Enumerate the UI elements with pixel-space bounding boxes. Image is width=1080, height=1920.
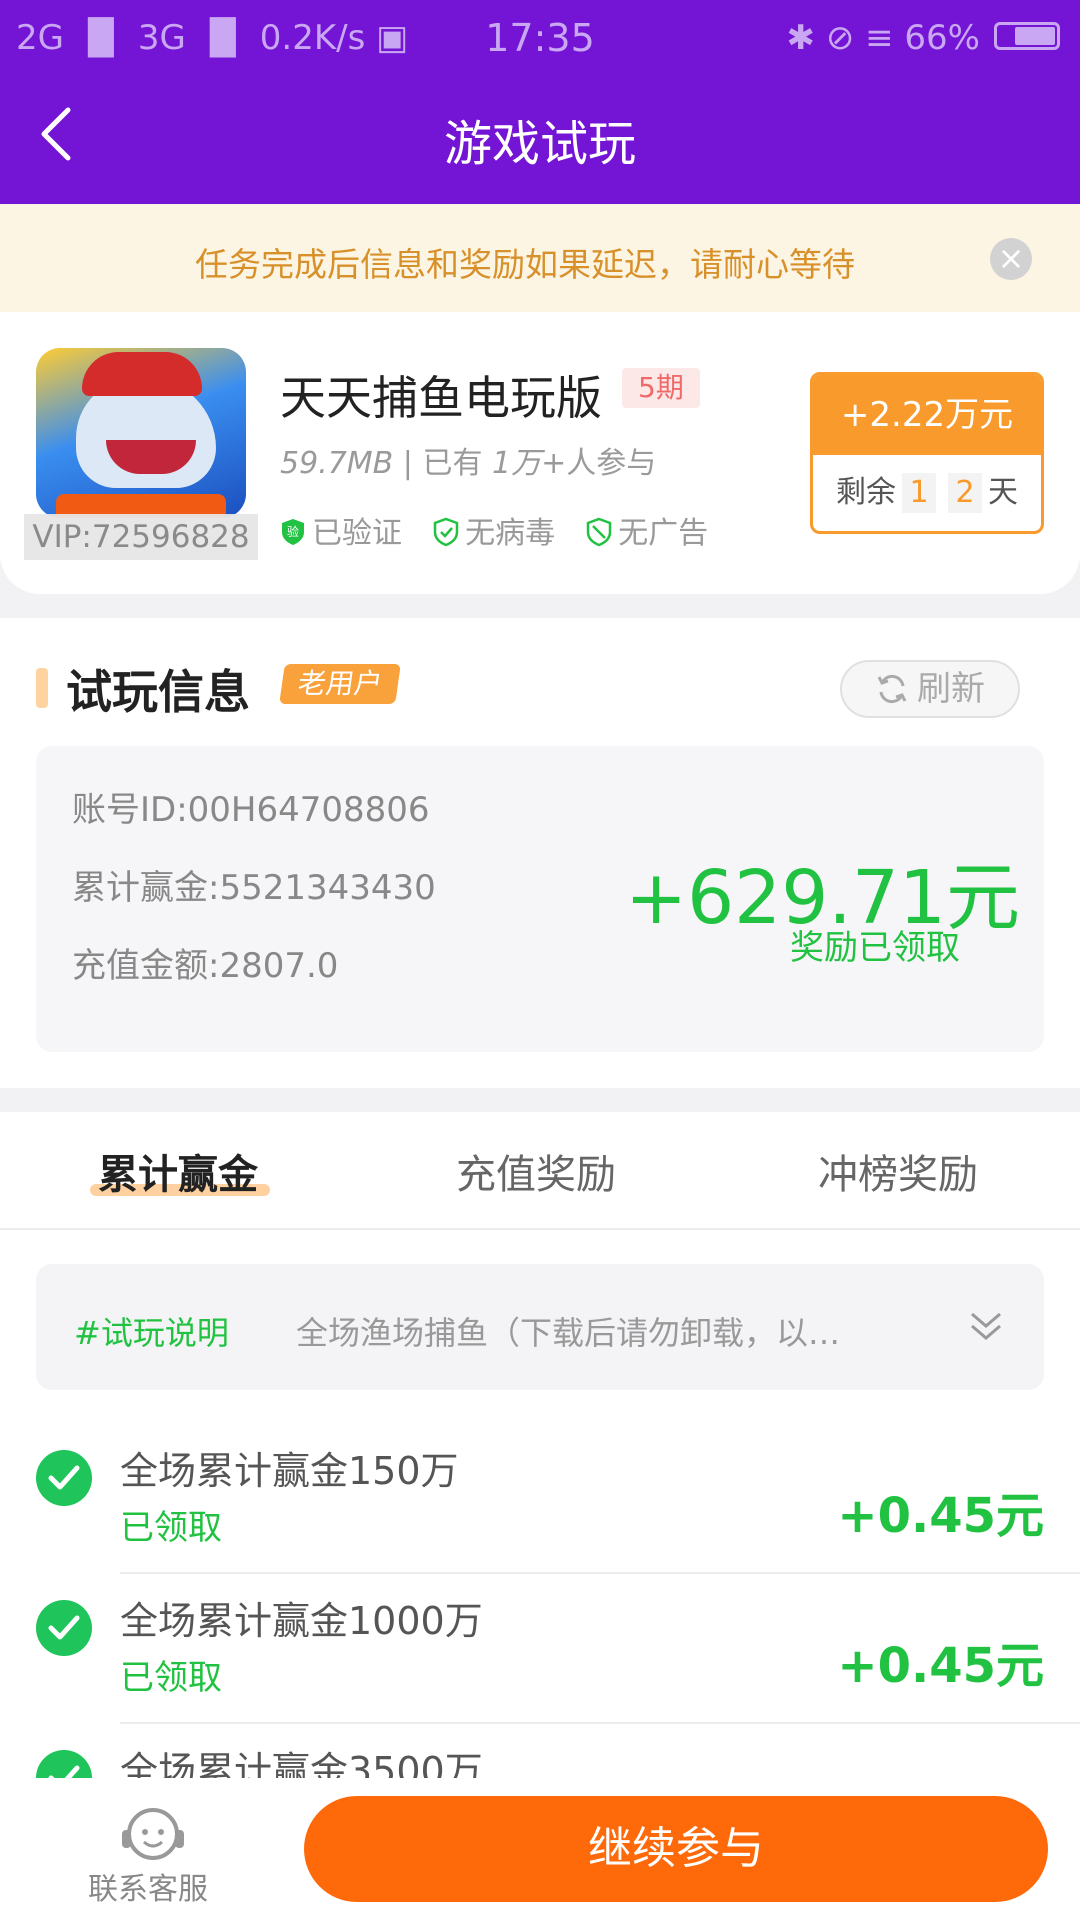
account-id: 账号ID:00H64708806 [72,790,430,830]
tab-recharge-reward[interactable]: 充值奖励 [456,1142,616,1200]
task-reward: +0.45元 [837,1488,1044,1544]
expand-button[interactable] [966,1306,1006,1350]
vip-label: VIP:72596828 [24,514,258,560]
check-circle-icon [36,1450,92,1506]
task-row: 全场累计赢金3500万 [0,1726,1080,1778]
shield-slash-icon [586,517,612,547]
description-tag: #试玩说明 [74,1314,229,1352]
battery-icon [994,22,1060,50]
task-reward: +0.45元 [837,1638,1044,1694]
customer-service-label: 联系客服 [88,1872,208,1907]
participant-count: 1万+ [491,446,567,481]
recharge-amount: 充值金额:2807.0 [72,946,339,986]
earned-status: 奖励已领取 [790,928,960,968]
tag-virus-free: 无病毒 [433,508,555,552]
divider [120,1572,1080,1574]
continue-button[interactable]: 继续参与 [304,1796,1048,1902]
task-title: 全场累计赢金3500万 [120,1749,483,1778]
close-icon: × [997,239,1025,277]
task-title: 全场累计赢金150万 [120,1449,459,1493]
page: 2G ▐▌ 3G ▐▌ 0.2K/s ▣ 17:35 ✱ ⊘ ≡ 66% 游戏试… [0,0,1080,1920]
close-notice-button[interactable]: × [990,238,1032,280]
remaining-days: 剩余 1 2 天 [813,455,1041,531]
meta-suffix: 人参与 [566,446,657,481]
total-winnings: 累计赢金:5521343430 [72,868,436,908]
check-circle-icon [36,1750,92,1778]
task-row: 全场累计赢金150万 已领取 +0.45元 [0,1426,1080,1576]
svg-text:验: 验 [287,524,299,539]
reward-box: +2.22万元 剩余 1 2 天 [810,372,1044,534]
system-status: ✱ ⊘ ≡ 66% [786,18,980,58]
shield-check-icon [433,517,459,547]
section-accent [36,668,48,708]
game-tags: 验已验证 无病毒 无广告 [280,508,734,551]
notice-bar: 任务完成后信息和奖励如果延迟，请耐心等待 [0,204,1080,312]
check-circle-icon [36,1600,92,1656]
tag-verified: 验已验证 [280,508,402,552]
game-size: 59.7MB [280,446,394,481]
headset-icon [122,1808,184,1860]
task-status: 已领取 [120,1508,222,1548]
game-name: 天天捕鱼电玩版 [280,371,602,425]
divider [120,1722,1080,1724]
verified-shield-icon: 验 [282,519,304,545]
reward-amount: +2.22万元 [813,375,1041,455]
day-digit: 2 [948,473,982,513]
refresh-button[interactable]: 刷新 [840,660,1020,718]
game-meta: 59.7MB | 已有 1万+人参与 [280,438,656,482]
customer-service-button[interactable] [118,1800,188,1870]
period-badge: 5期 [622,368,700,408]
user-type-badge: 老用户 [279,664,401,704]
double-chevron-down-icon [971,1312,1001,1340]
tag-ad-free: 无广告 [586,508,708,552]
tab-ranking-reward[interactable]: 冲榜奖励 [818,1142,978,1200]
page-title: 游戏试玩 [443,116,636,172]
tab-total-winnings[interactable]: 累计赢金 [98,1142,258,1200]
refresh-icon [877,674,907,704]
task-row: 全场累计赢金1000万 已领取 +0.45元 [0,1576,1080,1726]
notice-text: 任务完成后信息和奖励如果延迟，请耐心等待 [195,245,855,284]
game-icon[interactable] [36,348,246,518]
day-digit: 1 [902,473,936,513]
description-text: 全场渔场捕鱼（下载后请勿卸载，以… [296,1314,841,1352]
section-title: 试玩信息 [66,665,250,719]
task-status: 已领取 [120,1658,222,1698]
meta-separator: | 已有 [393,446,492,481]
task-title: 全场累计赢金1000万 [120,1599,483,1643]
status-bar: 2G ▐▌ 3G ▐▌ 0.2K/s ▣ 17:35 ✱ ⊘ ≡ 66% [0,0,1080,76]
